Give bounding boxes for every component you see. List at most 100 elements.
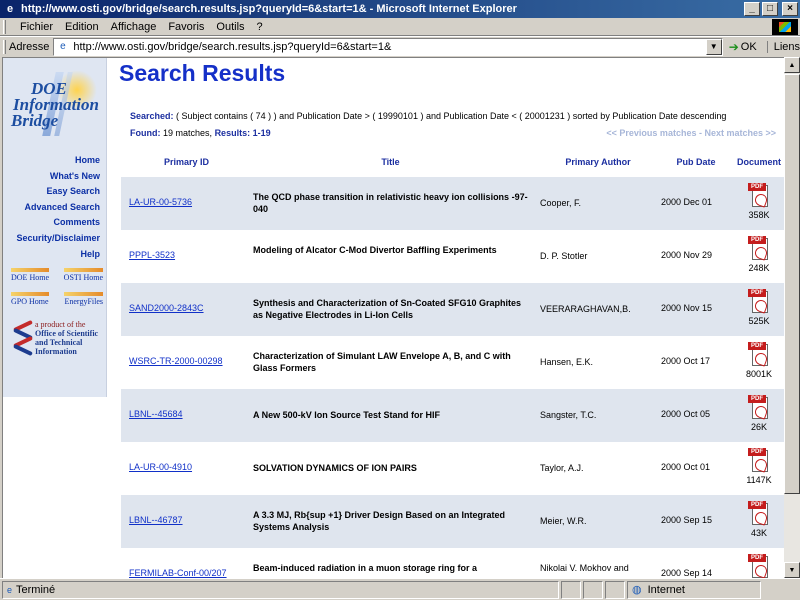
document-size: 1147K xyxy=(746,475,772,485)
menu-edition[interactable]: Edition xyxy=(59,21,105,33)
zone-text: Internet xyxy=(647,583,685,596)
results-table-header: Primary ID Title Primary Author Pub Date… xyxy=(121,157,784,177)
menu-affichage[interactable]: Affichage xyxy=(105,21,163,33)
maximize-button[interactable]: □ xyxy=(762,2,778,16)
author-cell: Cooper, F. xyxy=(540,198,582,208)
status-pane xyxy=(605,580,625,599)
primary-id-link[interactable]: WSRC-TR-2000-00298 xyxy=(129,356,223,366)
found-label: Found: xyxy=(130,128,161,138)
document-cell: PDF 525K xyxy=(733,289,784,326)
pdf-icon[interactable]: PDF xyxy=(748,289,770,315)
document-size: 26K xyxy=(750,422,767,432)
nav-security-disclaimer[interactable]: Security/Disclaimer xyxy=(16,231,100,247)
pdf-icon[interactable]: PDF xyxy=(748,342,770,368)
pub-date-cell: 2000 Nov 29 xyxy=(661,250,713,260)
primary-id-link[interactable]: FERMILAB-Conf-00/207 xyxy=(129,568,227,578)
pdf-icon[interactable]: PDF xyxy=(748,395,770,421)
window-title-bar[interactable]: e http://www.osti.gov/bridge/search.resu… xyxy=(0,0,800,18)
pdf-icon[interactable]: PDF xyxy=(748,183,770,209)
nav-comments[interactable]: Comments xyxy=(16,215,100,231)
scroll-up-icon[interactable]: ▲ xyxy=(784,57,800,73)
header-primary-id[interactable]: Primary ID xyxy=(129,157,244,167)
status-main: e Terminé xyxy=(2,580,559,599)
menu-help[interactable]: ? xyxy=(251,21,269,33)
document-cell: PDF 358K xyxy=(733,183,784,220)
title-cell: A New 500-kV Ion Source Test Stand for H… xyxy=(253,410,441,420)
author-cell: Hansen, E.K. xyxy=(540,357,594,367)
scroll-down-icon[interactable]: ▼ xyxy=(784,562,800,578)
ie-icon: e xyxy=(6,3,14,15)
scroll-thumb[interactable] xyxy=(784,74,800,494)
link-doe-home[interactable]: DOE Home xyxy=(11,268,49,282)
nav-help[interactable]: Help xyxy=(16,247,100,263)
pub-date-cell: 2000 Sep 14 xyxy=(661,568,713,578)
link-osti-home[interactable]: OSTI Home xyxy=(63,268,104,282)
pdf-icon[interactable]: PDF xyxy=(748,236,770,262)
document-cell: PDF 43K xyxy=(733,501,784,538)
title-cell: Beam-induced radiation in a muon storage… xyxy=(253,563,478,573)
header-title[interactable]: Title xyxy=(253,157,528,167)
document-size: 43K xyxy=(750,528,767,538)
document-cell: PDF 248K xyxy=(733,236,784,273)
primary-id-link[interactable]: LBNL--46787 xyxy=(129,515,183,525)
results-label: Results: xyxy=(214,128,251,138)
links-button[interactable]: Liens xyxy=(766,40,800,53)
nav-whats-new[interactable]: What's New xyxy=(16,169,100,185)
status-text: Terminé xyxy=(16,583,56,596)
table-row: LA-UR-00-5736 The QCD phase transition i… xyxy=(121,177,784,230)
status-pane xyxy=(561,580,581,599)
nav-easy-search[interactable]: Easy Search xyxy=(16,184,100,200)
nav-advanced-search[interactable]: Advanced Search xyxy=(16,200,100,216)
menu-grip[interactable] xyxy=(3,20,6,34)
header-pub-date[interactable]: Pub Date xyxy=(661,157,731,167)
address-field[interactable]: e ▼ xyxy=(53,37,723,56)
go-button[interactable]: ➔ OK xyxy=(729,40,757,54)
link-energyfiles[interactable]: EnergyFiles xyxy=(64,292,103,306)
close-button[interactable]: × xyxy=(782,2,798,16)
pdf-icon[interactable]: PDF xyxy=(748,501,770,527)
vertical-scrollbar[interactable]: ▲ ▼ xyxy=(784,57,800,578)
pub-date-cell: 2000 Oct 05 xyxy=(661,409,711,419)
primary-id-link[interactable]: LA-UR-00-5736 xyxy=(129,197,192,207)
product-line: Office of Scientific xyxy=(35,329,99,338)
menu-fichier[interactable]: Fichier xyxy=(14,21,59,33)
logo-text-bridge: Bridge xyxy=(11,111,59,130)
title-cell: The QCD phase transition in relativistic… xyxy=(253,192,528,214)
osti-helix-icon xyxy=(13,319,33,357)
doe-information-bridge-logo[interactable]: DOE Information Bridge xyxy=(9,70,104,140)
primary-id-link[interactable]: SAND2000-2843C xyxy=(129,303,204,313)
pdf-tag: PDF xyxy=(748,395,766,403)
title-cell: SOLVATION DYNAMICS OF ION PAIRS xyxy=(253,463,417,473)
menu-outils[interactable]: Outils xyxy=(210,21,250,33)
windows-logo-icon xyxy=(772,19,798,35)
primary-id-link[interactable]: LA-UR-00-4910 xyxy=(129,462,192,472)
author-cell: VEERARAGHAVAN,B. xyxy=(540,304,631,314)
address-dropdown-icon[interactable]: ▼ xyxy=(705,38,722,55)
title-cell: Synthesis and Characterization of Sn-Coa… xyxy=(253,298,522,320)
window-title: http://www.osti.gov/bridge/search.result… xyxy=(21,3,517,15)
nav-home[interactable]: Home xyxy=(16,153,100,169)
found-text: 19 matches, xyxy=(163,128,213,138)
menu-bar: Fichier Edition Affichage Favoris Outils… xyxy=(0,18,800,36)
pagination-links[interactable]: << Previous matches - Next matches >> xyxy=(606,128,776,138)
header-primary-author[interactable]: Primary Author xyxy=(536,157,660,167)
address-input[interactable] xyxy=(73,40,714,53)
page-title: Search Results xyxy=(119,60,286,86)
pdf-icon[interactable]: PDF xyxy=(748,554,770,578)
primary-id-link[interactable]: PPPL-3523 xyxy=(129,250,175,260)
sidebar-mini-links: DOE Home OSTI Home GPO Home EnergyFiles xyxy=(11,268,104,316)
pub-date-cell: 2000 Oct 01 xyxy=(661,462,711,472)
pdf-tag: PDF xyxy=(748,342,766,350)
pdf-icon[interactable]: PDF xyxy=(748,448,770,474)
search-criteria: Searched: ( Subject contains ( 74 ) ) an… xyxy=(130,111,726,121)
title-cell: Characterization of Simulant LAW Envelop… xyxy=(253,351,511,373)
address-grip[interactable] xyxy=(3,39,6,54)
window-controls: _ □ × xyxy=(744,2,798,16)
status-pane xyxy=(583,580,603,599)
link-gpo-home[interactable]: GPO Home xyxy=(11,292,49,306)
minimize-button[interactable]: _ xyxy=(744,2,760,16)
menu-favoris[interactable]: Favoris xyxy=(162,21,210,33)
primary-id-link[interactable]: LBNL--45684 xyxy=(129,409,183,419)
results-table: LA-UR-00-5736 The QCD phase transition i… xyxy=(121,177,784,578)
osti-product-badge[interactable]: a product of the Office of Scientific an… xyxy=(11,319,103,360)
